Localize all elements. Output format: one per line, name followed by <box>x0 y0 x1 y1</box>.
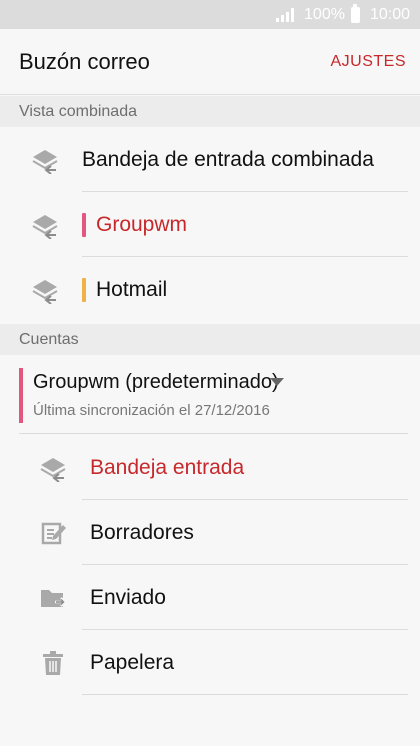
settings-button[interactable]: AJUSTES <box>330 53 406 71</box>
combined-view-header: Vista combinada <box>0 96 420 127</box>
mailbox-stack-icon <box>28 145 62 175</box>
row-divider <box>82 694 408 695</box>
combined-hotmail-item[interactable]: Hotmail <box>0 257 420 322</box>
signal-icon <box>276 7 295 22</box>
sent-folder-icon <box>36 583 70 613</box>
groupwm-label: Groupwm <box>96 212 188 236</box>
mailbox-stack-icon <box>28 275 62 305</box>
battery-percent: 100% <box>304 5 345 23</box>
folder-inbox-label: Bandeja entrada <box>90 455 245 479</box>
folder-sent-label: Enviado <box>90 585 166 609</box>
page-title: Buzón correo <box>19 48 150 74</box>
trash-icon <box>36 648 70 678</box>
last-sync-text: Última sincronización el 27/12/2016 <box>33 402 270 419</box>
folder-inbox[interactable]: Bandeja entrada <box>0 435 420 500</box>
drafts-icon <box>36 518 70 548</box>
folder-drafts[interactable]: Borradores <box>0 500 420 565</box>
row-divider <box>19 433 408 434</box>
battery-icon <box>350 3 360 23</box>
app-bar: Buzón correo AJUSTES <box>0 29 420 95</box>
caret-down-icon[interactable] <box>270 378 284 386</box>
account-selector[interactable]: Groupwm (predeterminado) Última sincroni… <box>0 357 420 434</box>
account-name: Groupwm (predeterminado) <box>33 371 279 393</box>
clock: 10:00 <box>369 5 410 23</box>
combined-groupwm-item[interactable]: Groupwm <box>0 192 420 257</box>
folder-sent[interactable]: Enviado <box>0 565 420 630</box>
folder-trash-label: Papelera <box>90 650 175 674</box>
folder-drafts-label: Borradores <box>90 520 194 544</box>
account-color-bar <box>19 368 23 423</box>
inbox-icon <box>36 453 70 483</box>
accounts-header: Cuentas <box>0 324 420 355</box>
groupwm-color-bar <box>82 212 86 237</box>
hotmail-label: Hotmail <box>96 277 168 301</box>
hotmail-color-bar <box>82 277 86 302</box>
mailbox-stack-icon <box>28 210 62 240</box>
combined-inbox-item[interactable]: Bandeja de entrada combinada <box>0 127 420 192</box>
folder-trash[interactable]: Papelera <box>0 630 420 695</box>
combined-inbox-label: Bandeja de entrada combinada <box>82 147 374 171</box>
status-bar: 100% 10:00 <box>0 0 420 29</box>
